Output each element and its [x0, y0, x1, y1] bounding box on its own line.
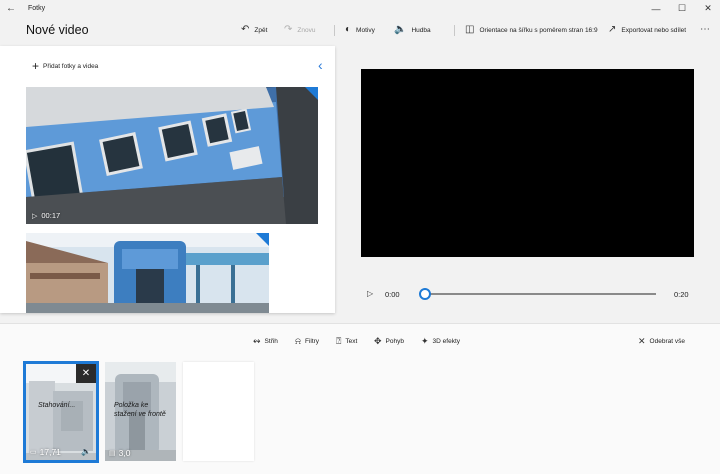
editor-header: Nové video ↶ Zpět ↷ Znovu ◐ Motivy 🔈 Hud…: [0, 17, 720, 45]
library-item-video[interactable]: [26, 233, 269, 313]
add-photos-videos-button[interactable]: + Přidat fotky a videa: [32, 60, 98, 72]
play-button[interactable]: ▷: [367, 289, 373, 298]
duration-label: 00:17: [41, 211, 61, 220]
music-button[interactable]: 🔈 Hudba: [394, 22, 431, 38]
speaker-icon: 🔈: [394, 24, 407, 35]
train-video-thumbnail: [26, 87, 318, 224]
video-icon: ▭: [30, 449, 37, 456]
filters-button[interactable]: ⍾ Filtry: [295, 335, 319, 347]
close-x-icon: ✕: [638, 335, 646, 346]
undo-icon: ↶: [241, 24, 250, 35]
redo-label: Znovu: [297, 26, 316, 34]
play-icon: ▷: [367, 289, 374, 298]
themes-label: Motivy: [356, 26, 375, 34]
storyboard-card-selected[interactable]: Stahování... ✕ ▭ 17,71 🔈: [23, 361, 99, 463]
aspect-ratio-button[interactable]: ◫ Orientace na šířku s poměrem stran 16:…: [465, 22, 598, 38]
undo-label: Zpět: [254, 26, 268, 34]
selection-corner-marker: [256, 233, 269, 246]
total-time: 0:20: [674, 290, 689, 299]
chevron-left-icon[interactable]: ‹: [318, 58, 323, 72]
toolbar-divider: [454, 25, 455, 36]
more-icon: ⋯: [700, 24, 710, 35]
export-label: Exportovat nebo sdílet: [621, 26, 687, 34]
3d-effects-label: 3D efekty: [432, 337, 461, 345]
project-library: + Přidat fotky a videa ‹ ▷ 00:17: [0, 46, 335, 313]
themes-icon: ◐: [345, 24, 352, 35]
maximize-icon[interactable]: ☐: [669, 0, 695, 17]
seek-bar[interactable]: [425, 293, 656, 295]
minimize-icon[interactable]: —: [643, 0, 669, 17]
close-icon[interactable]: ✕: [695, 0, 720, 17]
storyboard-card[interactable]: Položka ke stažení ve frontě ▤ 3,0: [105, 362, 176, 461]
storyboard: ↭ Střih ⍾ Filtry ⍰ Text ✥ Pohyb ✦ 3D efe…: [0, 323, 720, 474]
library-item-video[interactable]: ▷ 00:17: [26, 87, 318, 224]
3d-effects-button[interactable]: ✦ 3D efekty: [421, 335, 460, 347]
undo-button[interactable]: ↶ Zpět: [241, 22, 267, 38]
trim-icon: ↭: [253, 335, 261, 346]
effects-icon: ✦: [421, 335, 429, 346]
redo-button[interactable]: ↷ Znovu: [284, 22, 315, 38]
text-label: Text: [345, 337, 358, 345]
card-duration: ▭ 17,71: [30, 447, 61, 457]
motion-label: Pohyb: [385, 337, 404, 345]
trim-button[interactable]: ↭ Střih: [253, 335, 278, 347]
aspect-icon: ◫: [465, 24, 475, 35]
add-label: Přidat fotky a videa: [43, 62, 99, 70]
redo-icon: ↷: [284, 24, 293, 35]
trim-label: Střih: [264, 337, 278, 345]
export-button[interactable]: ↗ Exportovat nebo sdílet: [608, 22, 686, 38]
page-title[interactable]: Nové video: [26, 23, 89, 37]
music-label: Hudba: [411, 26, 431, 34]
current-time: 0:00: [385, 290, 400, 299]
card-status-label: Položka ke stažení ve frontě: [114, 402, 166, 418]
back-arrow-icon[interactable]: ←: [0, 0, 22, 17]
filters-label: Filtry: [304, 337, 320, 345]
remove-card-button[interactable]: ✕: [76, 364, 96, 383]
toolbar-divider: [334, 25, 335, 36]
more-button[interactable]: ⋯: [700, 22, 715, 38]
share-icon: ↗: [608, 24, 617, 35]
card-duration: ▤ 3,0: [109, 448, 130, 458]
card-duration-label: 3,0: [118, 448, 131, 458]
platform-video-thumbnail: [26, 233, 269, 313]
remove-all-button[interactable]: ✕ Odebrat vše: [638, 335, 685, 347]
motion-button[interactable]: ✥ Pohyb: [374, 335, 404, 347]
video-preview[interactable]: [361, 69, 694, 257]
filter-icon: ⍾: [295, 335, 301, 346]
plus-icon: +: [32, 59, 40, 73]
selection-corner-marker: [305, 87, 318, 100]
text-button[interactable]: ⍰ Text: [336, 335, 357, 347]
aspect-label: Orientace na šířku s poměrem stran 16:9: [479, 26, 598, 34]
video-duration: ▷ 00:17: [32, 211, 60, 220]
card-duration-label: 17,71: [39, 447, 61, 457]
seek-handle[interactable]: [419, 288, 431, 300]
image-icon: ▤: [109, 450, 116, 457]
storyboard-card-empty[interactable]: [183, 362, 254, 461]
remove-all-label: Odebrat vše: [649, 337, 685, 345]
app-title: Fotky: [28, 5, 46, 12]
motion-icon: ✥: [374, 335, 382, 346]
play-icon: ▷: [32, 212, 38, 220]
title-bar: ← Fotky: [0, 0, 720, 17]
text-icon: ⍰: [336, 335, 342, 346]
card-status-label: Stahování...: [38, 402, 76, 409]
themes-button[interactable]: ◐ Motivy: [345, 22, 375, 38]
speaker-icon[interactable]: 🔈: [81, 447, 91, 456]
